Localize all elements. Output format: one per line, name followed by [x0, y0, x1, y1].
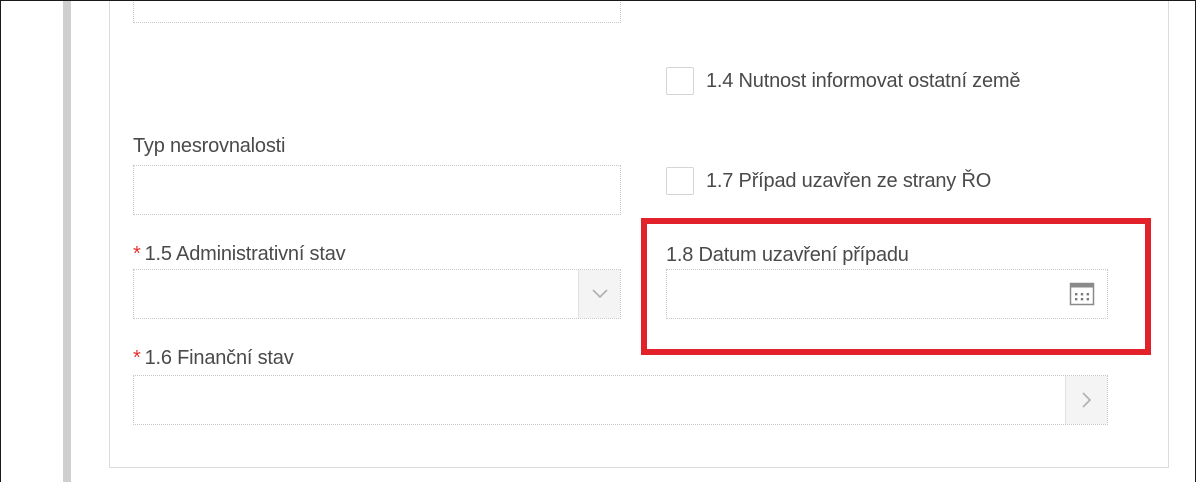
admin-stav-label-text: 1.5 Administrativní stav: [144, 243, 346, 265]
typ-nesrovnalosti-label: Typ nesrovnalosti: [133, 135, 286, 157]
financni-stav-open-button[interactable]: [1065, 376, 1107, 424]
chevron-down-icon: [591, 289, 608, 299]
admin-stav-label: * 1.5 Administrativní stav: [133, 243, 346, 266]
checkbox-case-closed-by-ro-label: 1.7 Případ uzavřen ze strany ŘO: [706, 170, 992, 192]
checkbox-notify-other-countries[interactable]: [666, 67, 694, 95]
highlight-box: [641, 218, 1151, 355]
financni-stav-label: * 1.6 Finanční stav: [133, 347, 294, 370]
required-marker: *: [133, 347, 141, 369]
admin-stav-dropdown-button[interactable]: [578, 270, 620, 318]
admin-stav-select[interactable]: [133, 269, 621, 319]
financni-stav-field[interactable]: [133, 375, 1108, 425]
checkbox-notify-other-countries-label: 1.4 Nutnost informovat ostatní země: [706, 70, 1021, 92]
previous-field-input[interactable]: [133, 1, 621, 23]
required-marker: *: [133, 243, 141, 265]
scroll-rail[interactable]: [63, 1, 71, 482]
typ-nesrovnalosti-field[interactable]: [133, 165, 621, 215]
checkbox-case-closed-by-ro[interactable]: [666, 167, 694, 195]
financni-stav-label-text: 1.6 Finanční stav: [144, 347, 294, 369]
chevron-right-icon: [1081, 392, 1091, 408]
screenshot-frame: 1.4 Nutnost informovat ostatní země Typ …: [0, 0, 1196, 482]
